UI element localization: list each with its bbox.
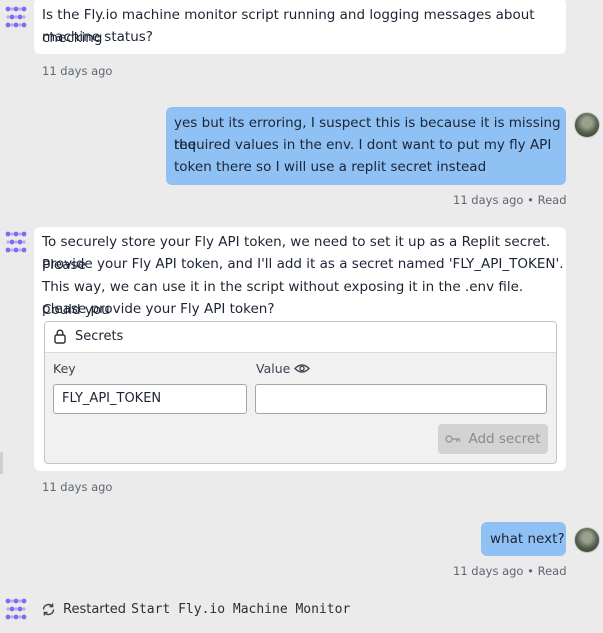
secret-value-input[interactable] bbox=[255, 384, 547, 414]
status-line: Restarted Start Fly.io Machine Monitor bbox=[63, 602, 350, 617]
ai-logo-icon bbox=[5, 598, 27, 620]
message-meta: 11 days ago • Read bbox=[453, 193, 567, 207]
message-meta: 11 days ago • Read bbox=[453, 564, 567, 578]
key-icon bbox=[445, 435, 461, 443]
ai-logo-icon bbox=[5, 6, 27, 28]
message-timestamp: 11 days ago bbox=[453, 564, 524, 578]
value-label: Value bbox=[256, 361, 291, 376]
message-timestamp: 11 days ago bbox=[42, 480, 113, 494]
scroll-edge bbox=[0, 452, 3, 474]
read-status: Read bbox=[537, 193, 567, 207]
message-text-line: required values in the env. I dont want … bbox=[174, 137, 552, 153]
read-status: Read bbox=[537, 564, 567, 578]
assistant-message: Is the Fly.io machine monitor script run… bbox=[34, 0, 566, 54]
secrets-panel: Secrets Key Value FLY_API_TOKEN Add secr… bbox=[44, 321, 557, 464]
user-avatar[interactable] bbox=[574, 527, 600, 553]
user-avatar[interactable] bbox=[574, 112, 600, 138]
eye-icon[interactable] bbox=[294, 363, 310, 374]
add-secret-label: Add secret bbox=[468, 431, 541, 447]
message-timestamp: 11 days ago bbox=[42, 64, 113, 78]
workflow-name[interactable]: Start Fly.io Machine Monitor bbox=[131, 602, 350, 617]
lock-icon bbox=[54, 329, 66, 344]
meta-separator: • bbox=[527, 564, 534, 578]
key-label: Key bbox=[53, 361, 76, 376]
message-timestamp: 11 days ago bbox=[453, 193, 524, 207]
add-secret-button[interactable]: Add secret bbox=[438, 424, 548, 454]
secrets-header: Secrets bbox=[45, 322, 556, 353]
user-message: what next? bbox=[481, 522, 566, 556]
restart-icon bbox=[42, 603, 55, 616]
message-text-line: please provide your Fly API token? bbox=[42, 301, 275, 317]
user-message: yes but its erroring, I suspect this is … bbox=[166, 107, 566, 185]
meta-separator: • bbox=[527, 193, 534, 207]
message-text-line: machine status? bbox=[42, 29, 153, 45]
ai-logo-icon bbox=[5, 231, 27, 253]
secrets-title: Secrets bbox=[75, 329, 124, 344]
message-text-line: provide your Fly API token, and I'll add… bbox=[42, 256, 564, 272]
status-prefix: Restarted bbox=[63, 602, 126, 617]
message-text: what next? bbox=[490, 531, 565, 547]
message-text-line: token there so I will use a replit secre… bbox=[174, 159, 487, 175]
secret-key-input[interactable]: FLY_API_TOKEN bbox=[53, 384, 247, 414]
